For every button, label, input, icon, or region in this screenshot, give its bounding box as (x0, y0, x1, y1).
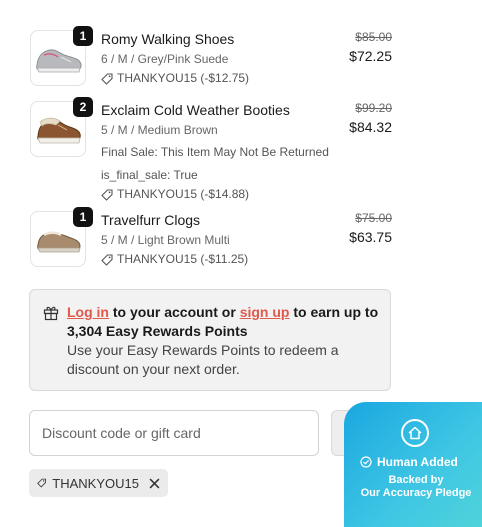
original-price: $99.20 (355, 101, 392, 115)
badge-title: Human Added (360, 455, 458, 469)
house-icon (401, 419, 429, 447)
discount-code-input[interactable] (29, 410, 319, 456)
original-price: $75.00 (355, 211, 392, 225)
quantity-badge: 2 (73, 97, 93, 117)
grey-walking-shoe-icon (36, 49, 82, 73)
tag-icon (101, 188, 113, 201)
product-name: Romy Walking Shoes (101, 31, 235, 47)
item-discount-label: THANKYOU15 (-$14.88) (117, 187, 250, 201)
light-brown-clog-icon (37, 231, 81, 253)
badge-subtitle: Backed by Our Accuracy Pledge (344, 474, 482, 500)
product-thumbnail: 1 (30, 207, 93, 267)
close-icon (149, 478, 160, 488)
sign-up-link[interactable]: sign up (240, 304, 290, 320)
item-discount: THANKYOU15 (-$11.25) (101, 252, 331, 267)
sale-price: $84.32 (349, 119, 392, 135)
brown-bootie-icon (37, 117, 81, 144)
rewards-banner: Log in to your account or sign up to ear… (29, 289, 391, 391)
product-name: Exclaim Cold Weather Booties (101, 102, 290, 118)
gift-icon (43, 306, 59, 321)
tag-icon (101, 253, 113, 266)
rewards-middle-text: to your account or (109, 304, 240, 320)
tag-icon (101, 72, 113, 85)
badge-title-label: Human Added (377, 455, 458, 469)
sale-price: $63.75 (349, 229, 392, 245)
item-discount-label: THANKYOU15 (-$12.75) (117, 71, 250, 85)
item-discount: THANKYOU15 (-$12.75) (101, 71, 331, 86)
tag-icon (37, 478, 46, 488)
product-variant: 5 / M / Light Brown Multi (101, 233, 230, 247)
badge-line-1: Backed by (388, 474, 444, 486)
final-sale-flag: is_final_sale: True (101, 168, 198, 182)
rewards-end-text: to earn up to (289, 304, 379, 320)
rewards-description: Use your Easy Rewards Points to redeem a… (67, 342, 339, 377)
rewards-points: 3,304 Easy Rewards Points (67, 323, 248, 339)
accuracy-pledge-badge[interactable]: Human Added Backed by Our Accuracy Pledg… (344, 402, 482, 527)
quantity-badge: 1 (73, 26, 93, 46)
product-thumbnail: 1 (30, 26, 93, 86)
rewards-headline: Log in to your account or sign up to ear… (67, 303, 378, 322)
remove-code-button[interactable] (149, 478, 160, 489)
product-variant: 6 / M / Grey/Pink Suede (101, 52, 229, 66)
check-circle-icon (360, 456, 372, 468)
final-sale-note: Final Sale: This Item May Not Be Returne… (101, 145, 329, 159)
log-in-link[interactable]: Log in (67, 304, 109, 320)
item-discount-label: THANKYOU15 (-$11.25) (117, 252, 249, 266)
product-thumbnail: 2 (30, 97, 93, 157)
item-discount: THANKYOU15 (-$14.88) (101, 187, 331, 202)
applied-code-label: THANKYOU15 (52, 475, 139, 491)
sale-price: $72.25 (349, 48, 392, 64)
product-name: Travelfurr Clogs (101, 212, 201, 228)
badge-line-2: Our Accuracy Pledge (360, 487, 472, 499)
quantity-badge: 1 (73, 207, 93, 227)
product-variant: 5 / M / Medium Brown (101, 123, 218, 137)
applied-discount-chip: THANKYOU15 (29, 469, 168, 497)
original-price: $85.00 (355, 30, 392, 44)
